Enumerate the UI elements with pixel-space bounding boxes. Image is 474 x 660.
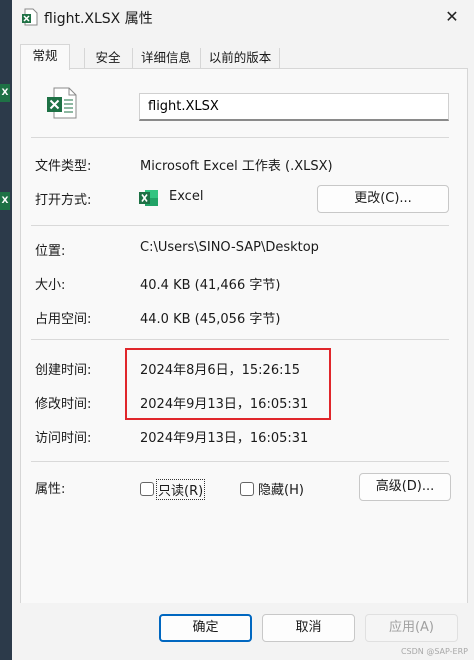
title-bar: flight.XLSX 属性 ✕ [12, 0, 474, 34]
file-name-input[interactable] [139, 93, 449, 121]
readonly-checkbox[interactable] [140, 482, 154, 496]
created-label: 创建时间: [35, 363, 92, 378]
ok-button[interactable]: 确定 [159, 614, 252, 642]
open-with-app: Excel [169, 189, 204, 204]
tab-details[interactable]: 详细信息 [132, 48, 199, 68]
size-value: 40.4 KB (41,466 字节) [140, 278, 281, 293]
size-on-disk-value: 44.0 KB (45,056 字节) [140, 312, 281, 327]
advanced-button[interactable]: 高级(D)... [359, 473, 451, 501]
apply-button[interactable]: 应用(A) [365, 614, 458, 642]
change-button[interactable]: 更改(C)... [317, 185, 449, 213]
desktop-excel-icon: X [0, 192, 10, 210]
hidden-label[interactable]: 隐藏(H) [258, 479, 304, 498]
watermark: CSDN @SAP-ERP [400, 647, 468, 656]
modified-label: 修改时间: [35, 397, 92, 412]
dialog-footer: 确定 取消 应用(A) CSDN @SAP-ERP [12, 603, 474, 660]
highlight-box [125, 348, 331, 420]
size-on-disk-label: 占用空间: [35, 312, 92, 327]
location-label: 位置: [35, 244, 66, 259]
tab-security[interactable]: 安全 [84, 48, 131, 68]
readonly-label[interactable]: 只读(R) [156, 479, 206, 500]
excel-file-icon [47, 87, 77, 119]
accessed-label: 访问时间: [35, 431, 92, 446]
location-value: C:\Users\SINO-SAP\Desktop [140, 240, 319, 255]
divider [31, 225, 449, 226]
close-icon: ✕ [445, 7, 459, 26]
excel-file-icon [22, 8, 38, 26]
size-label: 大小: [35, 278, 66, 293]
general-panel: 文件类型: Microsoft Excel 工作表 (.XLSX) 打开方式: … [20, 68, 468, 605]
file-type-label: 文件类型: [35, 159, 92, 174]
desktop-excel-icon: X [0, 84, 10, 102]
accessed-value: 2024年9月13日，16:05:31 [140, 431, 309, 446]
window-title: flight.XLSX 属性 [44, 11, 153, 27]
hidden-checkbox[interactable] [240, 482, 254, 496]
properties-dialog: flight.XLSX 属性 ✕ 常规 安全 详细信息 以前的版本 文件类型: … [12, 0, 474, 660]
divider [31, 461, 449, 462]
divider [31, 339, 449, 340]
open-with-label: 打开方式: [35, 193, 92, 208]
tab-previous-versions[interactable]: 以前的版本 [200, 48, 280, 68]
excel-app-icon [139, 190, 158, 206]
attributes-label: 属性: [35, 482, 66, 497]
divider [31, 137, 449, 138]
close-button[interactable]: ✕ [430, 0, 474, 34]
file-type-value: Microsoft Excel 工作表 (.XLSX) [140, 159, 333, 174]
tab-general[interactable]: 常规 [20, 44, 70, 70]
cancel-button[interactable]: 取消 [262, 614, 355, 642]
